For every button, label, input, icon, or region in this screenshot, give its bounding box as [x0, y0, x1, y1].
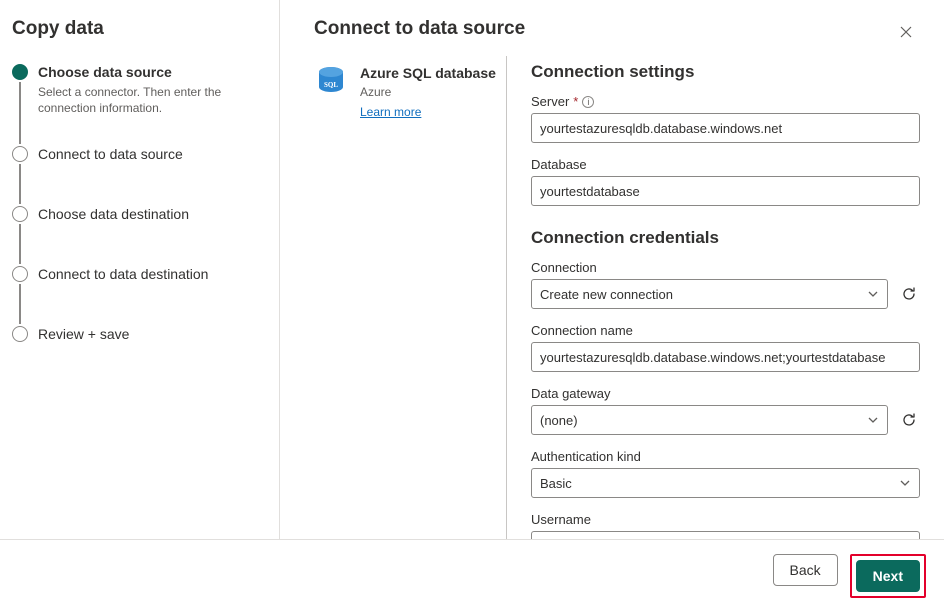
data-gateway-select[interactable]: (none) [531, 405, 888, 435]
authentication-field: Authentication kind Basic [531, 449, 920, 498]
step-marker-icon [12, 266, 28, 282]
wizard-step-desc: Select a connector. Then enter the conne… [38, 84, 257, 116]
connection-form: Connection settings Server * i Database … [531, 56, 944, 539]
dialog-footer: Back Next [0, 539, 944, 612]
step-marker-icon [12, 146, 28, 162]
database-input[interactable] [531, 176, 920, 206]
wizard-step-choose-data-source[interactable]: Choose data source Select a connector. T… [12, 64, 257, 146]
authentication-label: Authentication kind [531, 449, 920, 464]
wizard-step-connect-to-data-destination[interactable]: Connect to data destination [12, 266, 257, 326]
info-icon[interactable]: i [582, 96, 594, 108]
close-icon [900, 26, 912, 38]
back-button[interactable]: Back [773, 554, 838, 586]
learn-more-link[interactable]: Learn more [360, 105, 421, 119]
refresh-icon [901, 412, 917, 428]
wizard-title: Copy data [12, 18, 257, 40]
wizard-step-label: Choose data source [38, 64, 257, 80]
database-field: Database [531, 157, 920, 206]
authentication-select[interactable]: Basic [531, 468, 920, 498]
step-marker-icon [12, 326, 28, 342]
source-publisher: Azure [360, 84, 496, 100]
step-marker-active-icon [12, 64, 28, 80]
refresh-icon [901, 286, 917, 302]
refresh-gateway-button[interactable] [898, 409, 920, 431]
server-field: Server * i [531, 94, 920, 143]
wizard-step-label: Connect to data source [38, 146, 183, 162]
connection-select[interactable]: Create new connection [531, 279, 888, 309]
connection-settings-heading: Connection settings [531, 62, 920, 82]
wizard-nav: Copy data Choose data source Select a co… [0, 0, 280, 539]
username-input[interactable] [531, 531, 920, 539]
connection-label: Connection [531, 260, 920, 275]
step-marker-icon [12, 206, 28, 222]
svg-text:SQL: SQL [324, 81, 338, 89]
connection-name-field: Connection name [531, 323, 920, 372]
username-field: Username [531, 512, 920, 539]
next-button[interactable]: Next [856, 560, 920, 592]
wizard-step-label: Connect to data destination [38, 266, 208, 282]
connection-name-input[interactable] [531, 342, 920, 372]
close-button[interactable] [892, 18, 920, 46]
wizard-step-review-save[interactable]: Review + save [12, 326, 257, 342]
vertical-divider [506, 56, 507, 539]
highlight-annotation: Next [850, 554, 926, 598]
azure-sql-database-icon: SQL [314, 64, 348, 98]
main-panel: Connect to data source SQL [280, 0, 944, 539]
wizard-step-label: Choose data destination [38, 206, 189, 222]
wizard-step-connect-to-data-source[interactable]: Connect to data source [12, 146, 257, 206]
wizard-step-choose-data-destination[interactable]: Choose data destination [12, 206, 257, 266]
required-asterisk-icon: * [573, 94, 578, 109]
source-name: Azure SQL database [360, 64, 496, 83]
source-summary: SQL Azure SQL database Azure Learn more [314, 56, 506, 539]
page-title: Connect to data source [314, 18, 525, 40]
refresh-connection-button[interactable] [898, 283, 920, 305]
server-input[interactable] [531, 113, 920, 143]
database-label: Database [531, 157, 920, 172]
data-gateway-field: Data gateway (none) [531, 386, 920, 435]
data-gateway-label: Data gateway [531, 386, 920, 401]
connection-field: Connection Create new connection [531, 260, 920, 309]
username-label: Username [531, 512, 920, 527]
connection-credentials-heading: Connection credentials [531, 228, 920, 248]
wizard-step-label: Review + save [38, 326, 129, 342]
server-label: Server [531, 94, 569, 109]
connection-name-label: Connection name [531, 323, 920, 338]
